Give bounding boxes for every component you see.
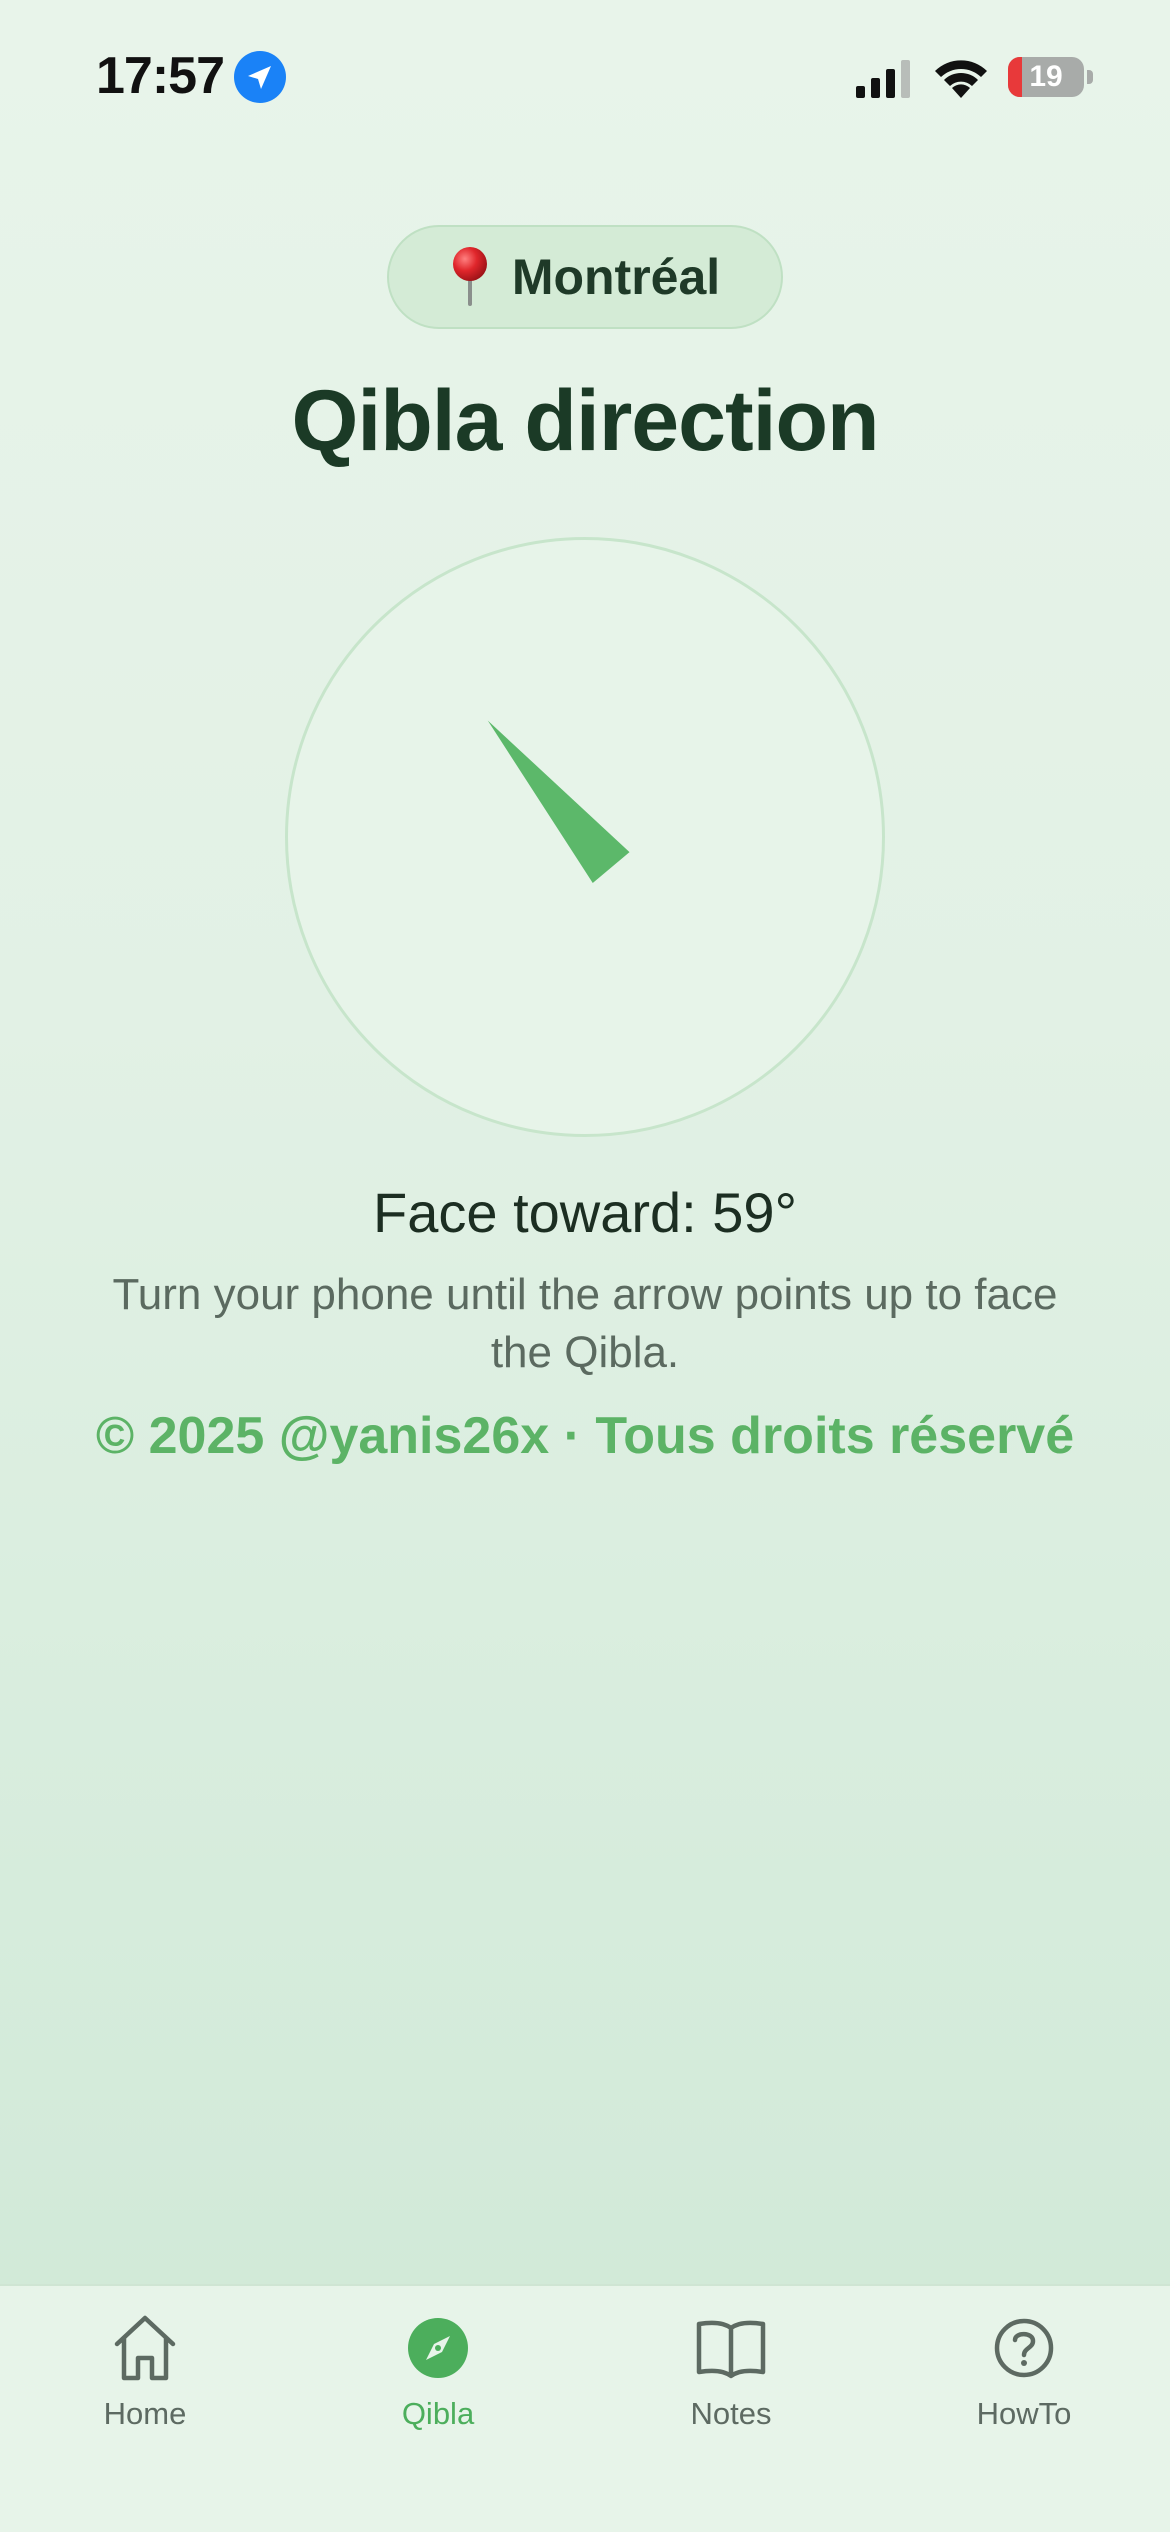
book-icon — [696, 2320, 766, 2379]
battery-level: 19 — [1029, 60, 1063, 93]
location-pill[interactable]: Montréal — [387, 225, 783, 329]
signal-icon — [856, 60, 910, 98]
tab-howto-label: HowTo — [976, 2396, 1072, 2431]
tab-home-label: Home — [103, 2396, 187, 2431]
page-title: Qibla direction — [291, 373, 879, 469]
heading-readout: Face toward: 59° — [373, 1181, 797, 1244]
instruction-text: Turn your phone until the arrow points u… — [112, 1270, 1058, 1377]
compass-icon — [408, 2318, 468, 2378]
status-time: 17:57 — [96, 47, 225, 105]
copyright-text: © 2025 @yanis26x · Tous droits réservé — [95, 1407, 1075, 1465]
battery-icon: 19 — [1008, 57, 1084, 97]
location-arrow-icon — [234, 51, 286, 103]
tab-home[interactable]: Home — [25, 2310, 265, 2450]
tab-notes-label: Notes — [690, 2396, 772, 2431]
wifi-icon — [935, 60, 987, 98]
qibla-arrow — [487, 720, 630, 884]
status-bar: 17:57 19 — [0, 0, 1170, 150]
tab-qibla-label: Qibla — [401, 2396, 475, 2431]
tab-qibla[interactable]: Qibla — [318, 2310, 558, 2450]
tab-notes[interactable]: Notes — [611, 2310, 851, 2450]
qibla-compass — [285, 537, 885, 1137]
tab-howto[interactable]: HowTo — [904, 2310, 1144, 2450]
battery-tip — [1087, 70, 1093, 84]
tab-bar: Home Qibla Notes HowTo — [0, 2284, 1170, 2532]
location-name: Montréal — [511, 249, 721, 305]
question-circle-icon — [994, 2318, 1054, 2378]
compass-svg — [487, 720, 630, 884]
house-icon — [114, 2315, 176, 2381]
pushpin-icon — [452, 247, 487, 306]
